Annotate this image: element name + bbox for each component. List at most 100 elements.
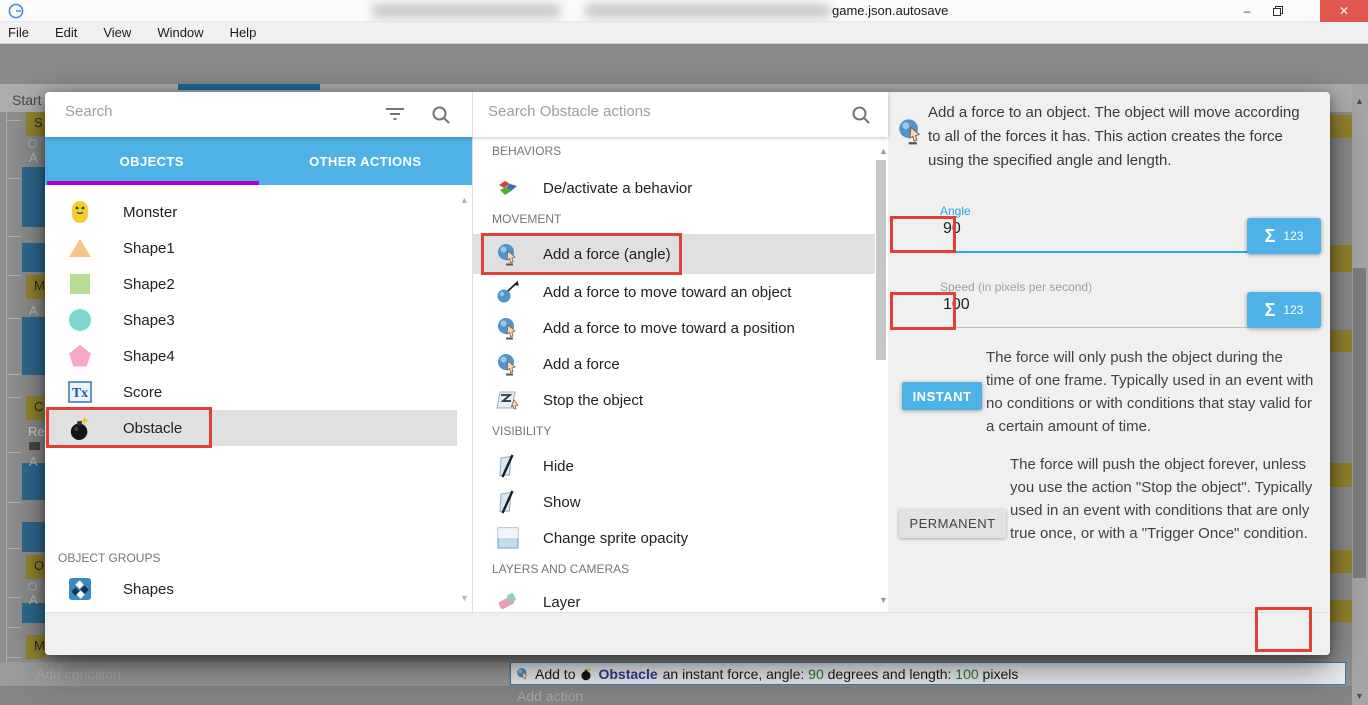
comment-event [1330, 245, 1352, 272]
add-condition-placeholder[interactable]: Add condition [36, 666, 121, 682]
group-item-shapes[interactable]: Shapes [45, 571, 457, 607]
tab-objects[interactable]: OBJECTS [45, 137, 259, 185]
object-item-monster[interactable]: Monster [45, 194, 457, 230]
object-item-shape4[interactable]: Shape4 [45, 338, 457, 374]
permanent-button[interactable]: PERMANENT [899, 509, 1006, 538]
object-tabs: OBJECTS OTHER ACTIONS [45, 137, 472, 185]
filter-icon[interactable] [385, 106, 405, 122]
annotation-box-speed-value [890, 292, 956, 330]
minimize-button[interactable]: – [1232, 0, 1262, 22]
text-object-icon: Tx [67, 379, 93, 405]
search-icon[interactable] [851, 105, 871, 125]
object-item-score[interactable]: Tx Score [45, 374, 457, 410]
menu-edit[interactable]: Edit [55, 25, 77, 40]
action-label: Layer [543, 594, 581, 611]
timer-icon [28, 582, 37, 591]
close-button[interactable]: ✕ [1320, 0, 1368, 22]
triangle-icon [67, 235, 93, 261]
annotation-box-add-force-angle [481, 233, 682, 275]
force-toward-object-icon [495, 279, 521, 305]
title-bar: game.json.autosave – ✕ [0, 0, 1368, 22]
annotation-box-obstacle [46, 407, 212, 448]
restore-icon [1272, 5, 1284, 17]
object-label: Shape3 [123, 312, 175, 329]
action-item-deactivate-behavior[interactable]: De/activate a behavior [472, 170, 875, 206]
selected-action-row[interactable]: Add to Obstacle an instant force, angle:… [510, 662, 1346, 685]
comment-event [1330, 600, 1352, 622]
action-item-add-force[interactable]: Add a force [472, 346, 875, 382]
speed-expression-button[interactable]: Σ 123 [1247, 292, 1321, 328]
tab-scene-start[interactable]: Start [12, 92, 42, 108]
event-tree-tick [6, 452, 21, 453]
event-tree-tick [6, 627, 21, 628]
menu-help[interactable]: Help [230, 25, 257, 40]
action-item-show[interactable]: Show [472, 484, 875, 520]
scroll-up-arrow[interactable] [1355, 96, 1365, 106]
object-item-shape2[interactable]: Shape2 [45, 266, 457, 302]
event-tree-tick [6, 597, 21, 598]
action-text: degrees and length: [824, 666, 956, 682]
angle-input[interactable] [943, 220, 1063, 238]
square-icon [67, 271, 93, 297]
event-bottom-strip: Add action [0, 686, 1352, 705]
active-tab-indicator [178, 84, 320, 90]
action-text: Add to [535, 666, 575, 682]
action-angle-value: 90 [808, 666, 824, 682]
stop-object-icon [495, 387, 521, 413]
action-label: Hide [543, 458, 574, 475]
scrollbar-thumb[interactable] [876, 160, 886, 360]
search-icon[interactable] [431, 105, 451, 125]
scroll-up-arrow[interactable] [879, 146, 888, 156]
comment-event: M [26, 275, 45, 299]
scroll-down-arrow[interactable] [1355, 691, 1365, 701]
object-item-shape3[interactable]: Shape3 [45, 302, 457, 338]
comment-event: S [26, 112, 45, 136]
tab-other-actions[interactable]: OTHER ACTIONS [259, 137, 473, 185]
instant-button[interactable]: INSTANT [902, 382, 982, 410]
object-label: Shape4 [123, 348, 175, 365]
menu-file[interactable]: File [8, 25, 29, 40]
action-label: Add a force to move toward an object [543, 284, 791, 301]
object-item-shape1[interactable]: Shape1 [45, 230, 457, 266]
action-text: an instant force, angle: [663, 666, 809, 682]
action-item-force-toward-object[interactable]: Add a force to move toward an object [472, 274, 875, 310]
actions-search-input[interactable] [488, 103, 818, 120]
scroll-down-arrow[interactable] [460, 593, 469, 603]
add-placeholder: A [29, 592, 38, 607]
dialog-footer: ? HELP FOR THIS ACTION CANCEL OK [45, 612, 1330, 655]
force-icon [495, 315, 521, 341]
search-divider [472, 92, 473, 137]
sigma-icon: Σ [1265, 226, 1276, 247]
behaviors-header: BEHAVIORS [492, 144, 561, 158]
action-item-force-toward-position[interactable]: Add a force to move toward a position [472, 310, 875, 346]
action-text: pixels [979, 666, 1019, 682]
action-label: Stop the object [543, 392, 643, 409]
event-indent-bar [22, 243, 45, 272]
speed-input[interactable] [943, 296, 1063, 314]
scrollbar-thumb[interactable] [1353, 268, 1366, 578]
action-item-change-opacity[interactable]: Change sprite opacity [472, 520, 875, 556]
objects-search-input[interactable] [65, 103, 365, 120]
comment-event: C [26, 396, 45, 420]
action-label: Show [543, 494, 581, 511]
action-item-stop-object[interactable]: Stop the object [472, 382, 875, 418]
force-icon [897, 117, 925, 145]
add-action-placeholder[interactable]: Add action [517, 688, 583, 704]
scroll-down-arrow[interactable] [879, 595, 888, 605]
comment-event [1330, 115, 1352, 138]
blurred-title-segment [585, 4, 830, 18]
menu-view[interactable]: View [103, 25, 131, 40]
action-item-hide[interactable]: Hide [472, 448, 875, 484]
main-toolbar [0, 44, 1368, 84]
event-tree-tick [6, 178, 21, 179]
scroll-up-arrow[interactable] [460, 195, 469, 205]
events-scrollbar[interactable] [1352, 84, 1368, 705]
pentagon-icon [67, 343, 93, 369]
maximize-button[interactable] [1262, 0, 1294, 22]
blurred-title-segment [372, 4, 560, 18]
comment-letter: S [34, 115, 43, 130]
show-icon [495, 489, 521, 515]
dialog-search-row [45, 92, 888, 137]
angle-expression-button[interactable]: Σ 123 [1247, 218, 1321, 254]
menu-window[interactable]: Window [157, 25, 203, 40]
